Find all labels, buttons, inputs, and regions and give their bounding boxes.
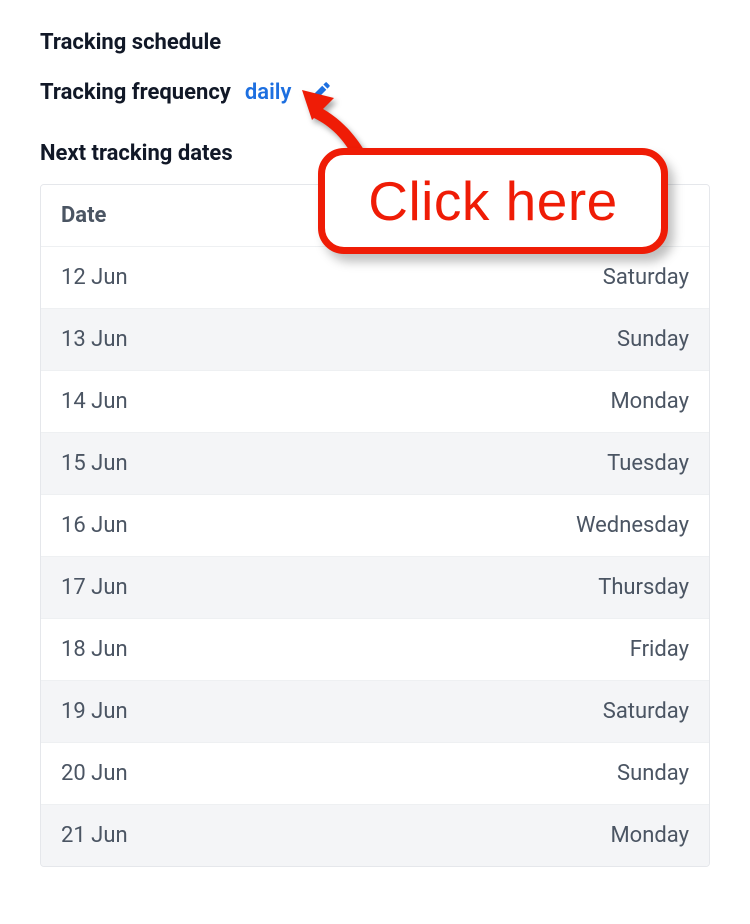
tracking-frequency-row: Tracking frequency daily: [40, 77, 710, 107]
table-row: 12 Jun Saturday: [41, 246, 709, 308]
cell-date: 13 Jun: [61, 327, 128, 352]
cell-date: 15 Jun: [61, 451, 128, 476]
table-row: 17 Jun Thursday: [41, 556, 709, 618]
table-row: 19 Jun Saturday: [41, 680, 709, 742]
cell-date: 20 Jun: [61, 761, 128, 786]
cell-date: 14 Jun: [61, 389, 128, 414]
cell-date: 19 Jun: [61, 699, 128, 724]
table-row: 21 Jun Monday: [41, 804, 709, 866]
cell-date: 12 Jun: [61, 265, 128, 290]
cell-day: Monday: [610, 823, 689, 848]
cell-day: Saturday: [603, 699, 689, 724]
click-here-callout: Click here: [318, 148, 668, 254]
cell-day: Tuesday: [607, 451, 689, 476]
table-row: 18 Jun Friday: [41, 618, 709, 680]
cell-date: 21 Jun: [61, 823, 128, 848]
cell-day: Thursday: [598, 575, 689, 600]
cell-day: Monday: [610, 389, 689, 414]
cell-day: Wednesday: [576, 513, 689, 538]
cell-date: 18 Jun: [61, 637, 128, 662]
cell-day: Sunday: [617, 761, 689, 786]
table-row: 14 Jun Monday: [41, 370, 709, 432]
table-row: 13 Jun Sunday: [41, 308, 709, 370]
edit-frequency-button[interactable]: [305, 77, 335, 107]
cell-day: Friday: [630, 637, 689, 662]
pencil-icon: [307, 79, 333, 105]
table-row: 16 Jun Wednesday: [41, 494, 709, 556]
tracking-frequency-value[interactable]: daily: [245, 80, 292, 105]
table-row: 20 Jun Sunday: [41, 742, 709, 804]
section-title: Tracking schedule: [40, 30, 710, 55]
cell-day: Saturday: [603, 265, 689, 290]
callout-label: Click here: [368, 169, 618, 233]
table-row: 15 Jun Tuesday: [41, 432, 709, 494]
tracking-dates-table: Date 12 JunSaturday13 JunSunday14 JunMon…: [40, 184, 710, 867]
tracking-frequency-label: Tracking frequency: [40, 80, 231, 105]
cell-day: Sunday: [617, 327, 689, 352]
cell-date: 17 Jun: [61, 575, 128, 600]
cell-date: 16 Jun: [61, 513, 128, 538]
